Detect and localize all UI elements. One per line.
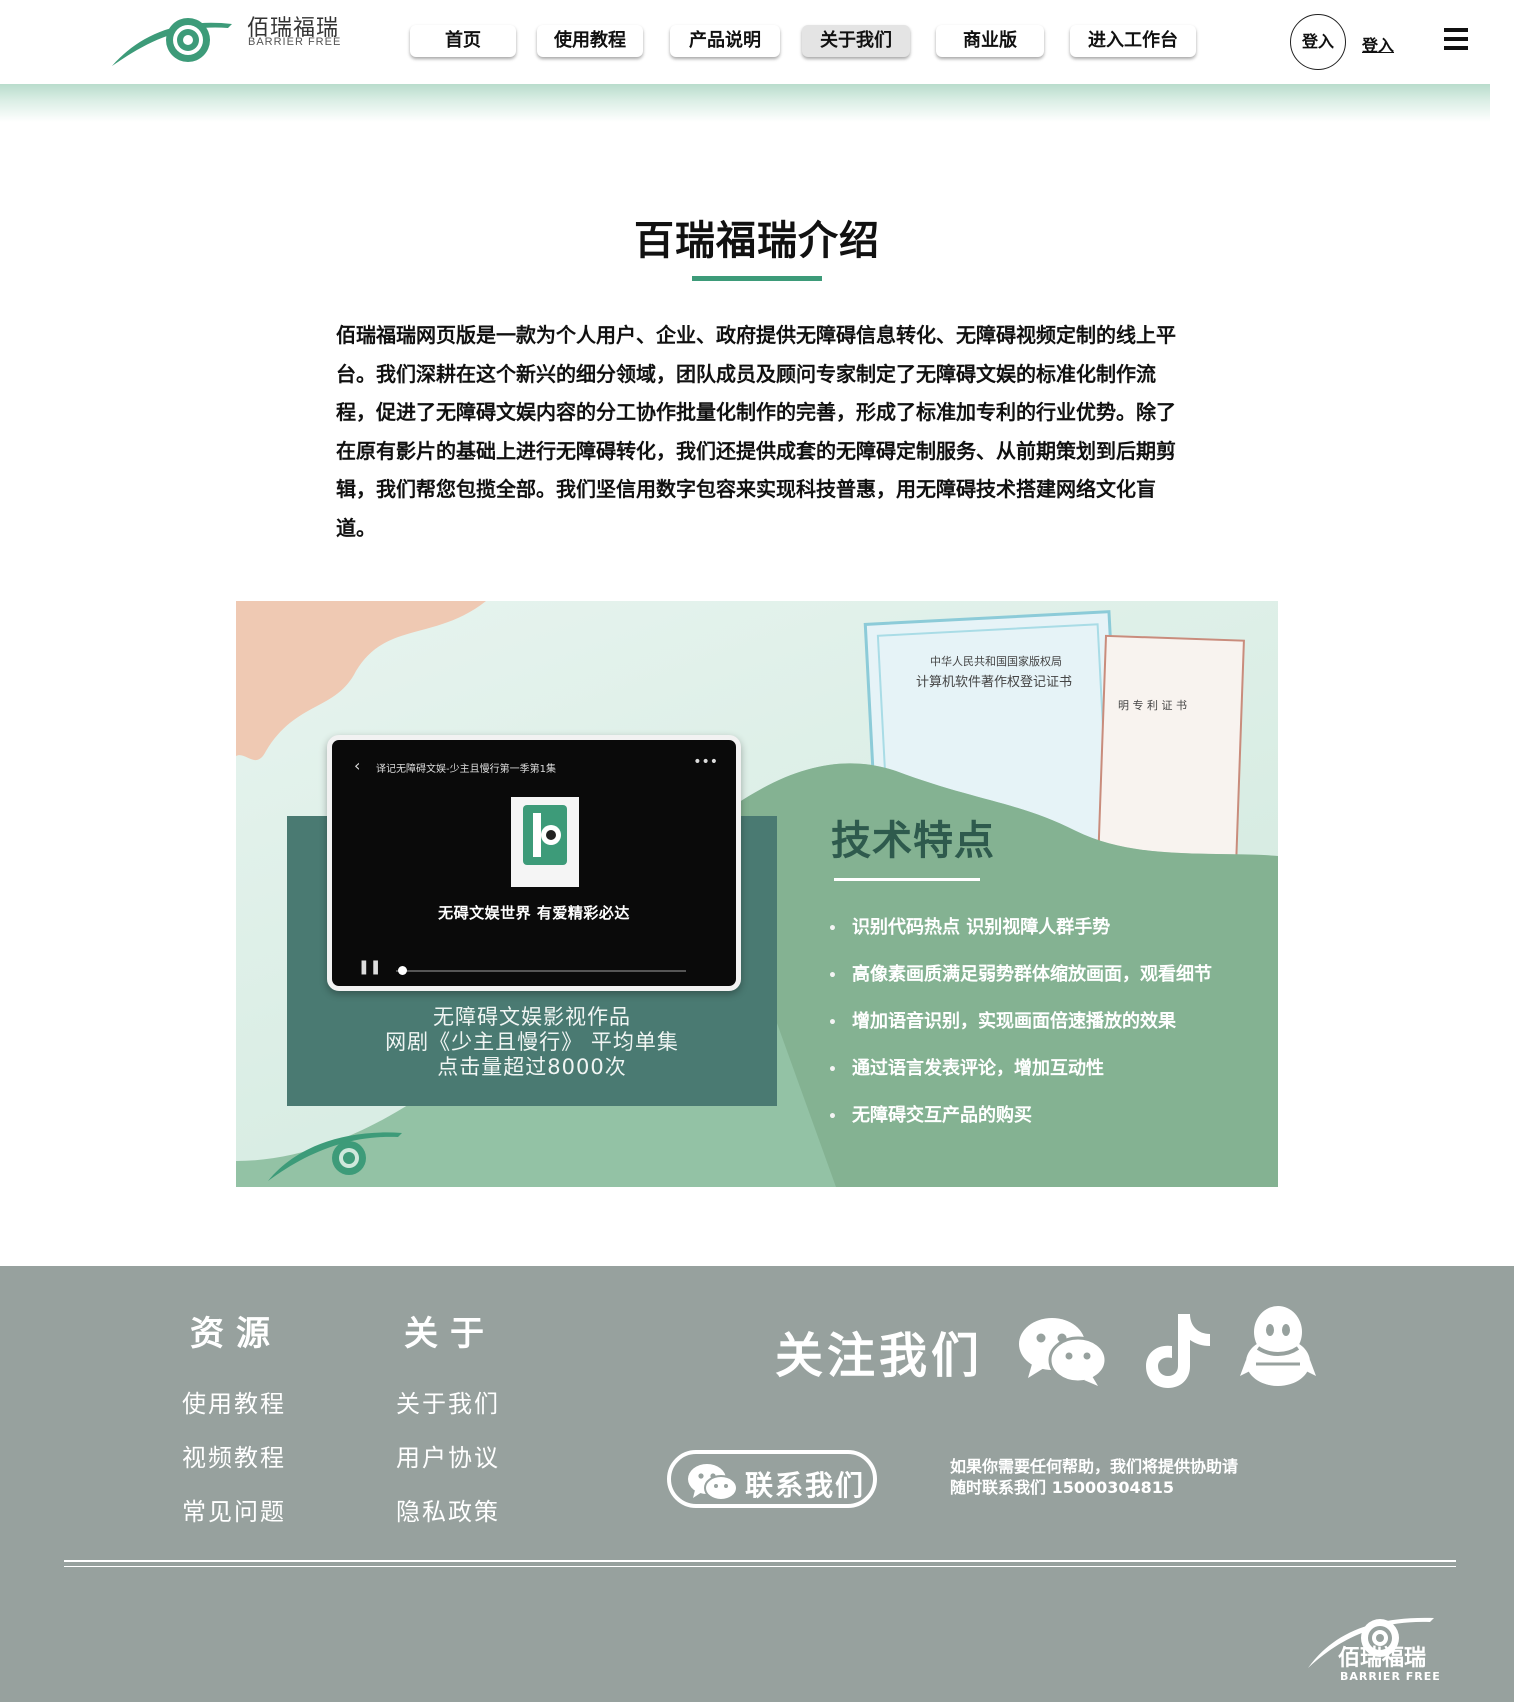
- cert1-subtitle: 计算机软件著作权登记证书: [916, 675, 1073, 690]
- back-arrow-icon[interactable]: ‹: [354, 756, 360, 775]
- wechat-icon[interactable]: [1018, 1314, 1108, 1388]
- works-line: 无障碍文娱影视作品: [433, 1005, 631, 1029]
- footer-link-about-us[interactable]: 关于我们: [396, 1384, 500, 1419]
- footer-link-user-agreement[interactable]: 用户协议: [396, 1438, 500, 1473]
- nav-tutorial[interactable]: 使用教程: [537, 25, 643, 57]
- video-progress-bar[interactable]: [396, 970, 686, 972]
- help-text: 如果你需要任何帮助，我们将提供协助请 随时联系我们 15000304815: [950, 1456, 1290, 1498]
- intro-paragraph: 佰瑞福瑞网页版是一款为个人用户、企业、政府提供无障碍信息转化、无障碍视频定制的线…: [336, 323, 1176, 540]
- resources-title: 资源: [190, 1314, 282, 1354]
- site-footer: 资源 使用教程 视频教程 常见问题 关于 关于我们 用户协议 隐私政策 关注我们: [0, 1266, 1514, 1702]
- video-logo-icon: [511, 797, 579, 887]
- hamburger-menu-icon[interactable]: [1444, 28, 1468, 52]
- feature-banner: 中华人民共和国国家版权局 计算机软件著作权登记证书 明 专 利 证 书 ‹ 译记…: [236, 601, 1278, 1187]
- help-line: 随时联系我们 15000304815: [950, 1478, 1175, 1497]
- contact-us-button[interactable]: 联系我们: [667, 1450, 877, 1508]
- footer-link-video-tutorial[interactable]: 视频教程: [182, 1438, 286, 1473]
- progress-handle[interactable]: [398, 966, 407, 975]
- tech-feature-item: 无障碍交互产品的购买: [828, 1103, 1212, 1150]
- contact-us-label: 联系我们: [745, 1469, 866, 1502]
- cert2-subtitle: 明 专 利 证 书: [1118, 699, 1187, 712]
- footer-divider: [64, 1566, 1456, 1567]
- nav-about-us[interactable]: 关于我们: [802, 25, 910, 57]
- more-options-icon[interactable]: •••: [693, 754, 718, 770]
- works-line: 点击量超过8000次: [437, 1055, 627, 1079]
- footer-divider: [64, 1560, 1456, 1562]
- login-circle-button[interactable]: 登入: [1290, 14, 1346, 70]
- nav-business[interactable]: 商业版: [936, 25, 1044, 57]
- nav-workspace[interactable]: 进入工作台: [1070, 25, 1196, 57]
- tech-features-title: 技术特点: [831, 818, 995, 864]
- tech-feature-item: 增加语音识别，实现画面倍速播放的效果: [828, 1009, 1212, 1056]
- footer-link-tutorial[interactable]: 使用教程: [182, 1384, 286, 1419]
- cert1-title: 中华人民共和国国家版权局: [930, 655, 1062, 668]
- site-header: 佰瑞福瑞 BARRIER FREE 首页 使用教程 产品说明 关于我们 商业版 …: [0, 0, 1514, 84]
- pause-icon[interactable]: ❚❚: [358, 959, 381, 975]
- nav-home[interactable]: 首页: [410, 25, 516, 57]
- tiktok-icon[interactable]: [1144, 1312, 1214, 1390]
- tablet-video-player[interactable]: ‹ 译记无障碍文娱-少主且慢行第一季第1集 ••• 无碍文娱世界 有爱精彩必达 …: [327, 735, 741, 991]
- help-line: 如果你需要任何帮助，我们将提供协助请: [950, 1457, 1239, 1476]
- intro-title: 百瑞福瑞介绍: [634, 218, 880, 264]
- tech-feature-item: 高像素画质满足弱势群体缩放画面，观看细节: [828, 962, 1212, 1009]
- tech-features-list: 识别代码热点 识别视障人群手势 高像素画质满足弱势群体缩放画面，观看细节 增加语…: [828, 915, 1212, 1150]
- login-link[interactable]: 登入: [1362, 32, 1394, 56]
- tech-title-underline: [834, 878, 980, 881]
- works-line: 网剧《少主且慢行》 平均单集: [385, 1030, 679, 1054]
- video-title: 译记无障碍文娱-少主且慢行第一季第1集: [376, 764, 556, 775]
- header-shadow: [0, 84, 1490, 122]
- footer-logo-subtitle: BARRIER FREE: [1340, 1670, 1441, 1683]
- title-underline: [692, 276, 822, 281]
- tech-feature-item: 通过语言发表评论，增加互动性: [828, 1056, 1212, 1103]
- about-title: 关于: [404, 1314, 496, 1354]
- footer-link-privacy[interactable]: 隐私政策: [396, 1492, 500, 1527]
- footer-logo-text: 佰瑞福瑞: [1338, 1646, 1427, 1671]
- nav-product[interactable]: 产品说明: [670, 25, 780, 57]
- works-description: 无障碍文娱影视作品 网剧《少主且慢行》 平均单集 点击量超过8000次: [287, 1005, 777, 1080]
- qq-icon[interactable]: [1240, 1304, 1316, 1390]
- logo-subtitle: BARRIER FREE: [248, 36, 342, 48]
- follow-us-title: 关注我们: [775, 1328, 984, 1384]
- footer-link-faq[interactable]: 常见问题: [182, 1492, 286, 1527]
- video-caption: 无碍文娱世界 有爱精彩必达: [438, 904, 630, 922]
- wechat-small-icon: [688, 1464, 738, 1501]
- tech-feature-item: 识别代码热点 识别视障人群手势: [828, 915, 1212, 962]
